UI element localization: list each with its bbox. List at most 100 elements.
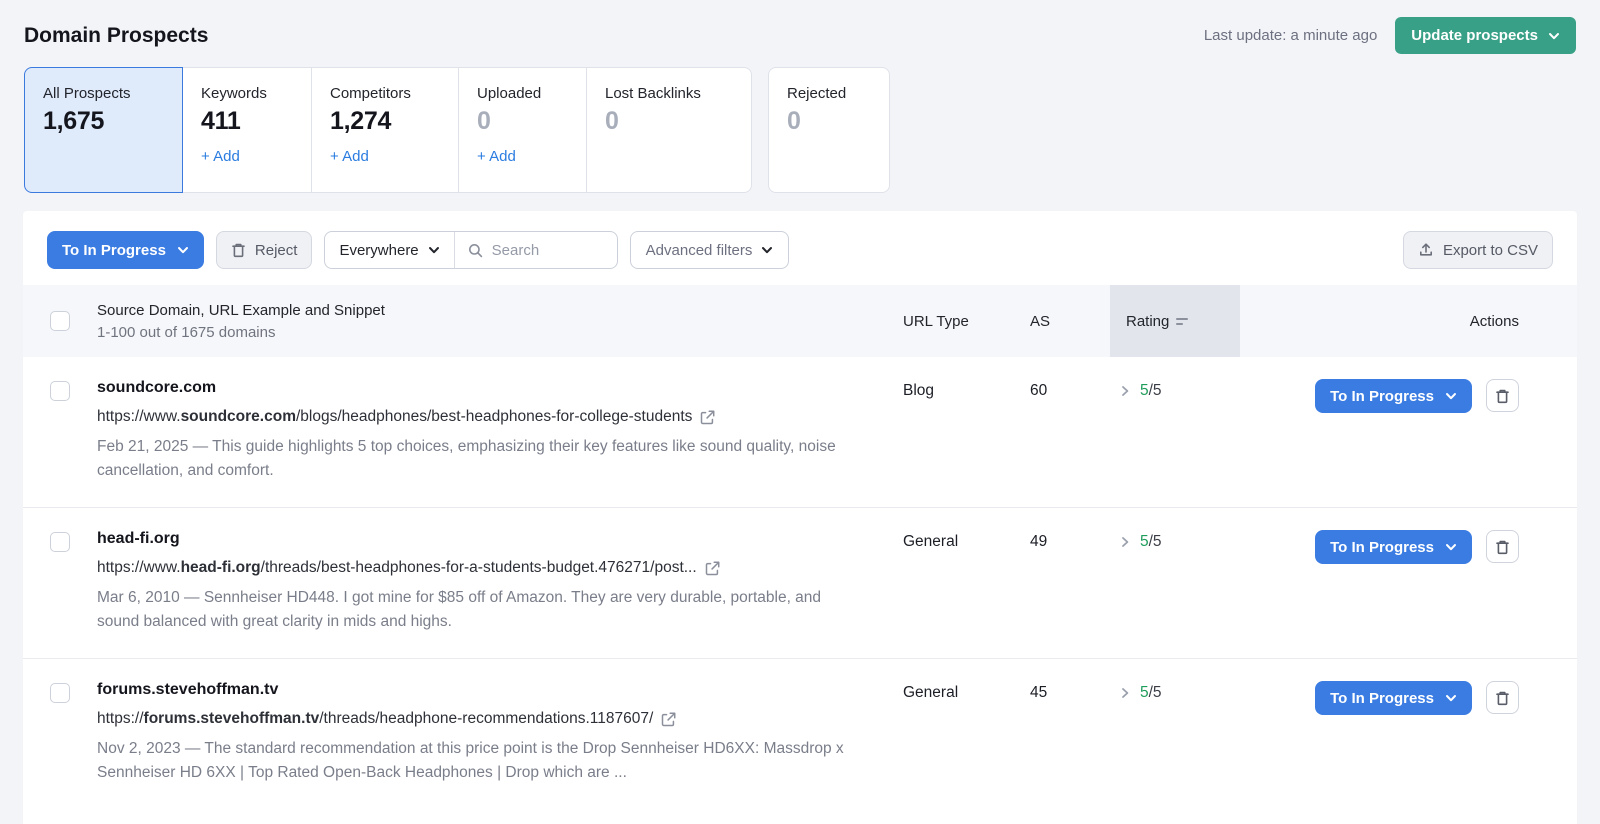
source-snippet: Feb 21, 2025 — This guide highlights 5 t… xyxy=(97,435,867,483)
to-in-progress-label: To In Progress xyxy=(62,242,166,259)
row-checkbox[interactable] xyxy=(50,381,70,401)
tab-count: 411 xyxy=(201,107,293,136)
tab-label: Rejected xyxy=(787,85,871,102)
tab-keywords[interactable]: Keywords 411 + Add xyxy=(182,67,312,193)
table-row: soundcore.com https://www.soundcore.com/… xyxy=(23,357,1577,508)
last-update-text: Last update: a minute ago xyxy=(1204,27,1377,44)
source-domain[interactable]: head-fi.org xyxy=(97,530,867,548)
source-domain[interactable]: forums.stevehoffman.tv xyxy=(97,681,867,699)
url-path: /threads/headphone-recommendations.11876… xyxy=(319,710,653,727)
url-domain: head-fi.org xyxy=(181,559,261,576)
column-as-label: AS xyxy=(1030,313,1050,330)
rating-value: 5 xyxy=(1140,533,1149,550)
sort-descending-icon xyxy=(1176,318,1188,325)
tab-competitors[interactable]: Competitors 1,274 + Add xyxy=(311,67,459,193)
source-cell: head-fi.org https://www.head-fi.org/thre… xyxy=(97,530,903,634)
external-link-icon[interactable] xyxy=(661,712,676,727)
row-action-label: To In Progress xyxy=(1330,690,1434,707)
search-group: Everywhere xyxy=(324,231,617,269)
as-value: 60 xyxy=(1030,379,1110,400)
prospect-tabs: All Prospects 1,675 Keywords 411 + Add C… xyxy=(0,67,1600,193)
trash-icon xyxy=(231,242,246,258)
rating-max: /5 xyxy=(1149,533,1162,550)
row-delete-button[interactable] xyxy=(1486,681,1519,714)
tab-label: Keywords xyxy=(201,85,293,102)
row-checkbox-cell xyxy=(23,681,97,703)
expand-rating-icon[interactable] xyxy=(1120,687,1130,699)
advanced-filters-button[interactable]: Advanced filters xyxy=(630,231,790,269)
source-snippet: Mar 6, 2010 — Sennheiser HD448. I got mi… xyxy=(97,586,867,634)
column-source-title: Source Domain, URL Example and Snippet xyxy=(97,302,385,319)
search-scope-value: Everywhere xyxy=(339,242,418,259)
expand-rating-icon[interactable] xyxy=(1120,536,1130,548)
column-actions: Actions xyxy=(1240,285,1577,357)
prospects-panel: To In Progress Reject Everywhere xyxy=(23,211,1577,824)
source-url: https://www.soundcore.com/blogs/headphon… xyxy=(97,408,867,426)
row-to-in-progress-button[interactable]: To In Progress xyxy=(1315,530,1472,564)
rating-value: 5 xyxy=(1140,382,1149,399)
external-link-icon[interactable] xyxy=(705,561,720,576)
page-header: Domain Prospects Last update: a minute a… xyxy=(0,0,1600,67)
external-link-icon[interactable] xyxy=(700,410,715,425)
page-title: Domain Prospects xyxy=(24,24,208,48)
row-checkbox[interactable] xyxy=(50,683,70,703)
source-url: https://www.head-fi.org/threads/best-hea… xyxy=(97,559,867,577)
search-icon xyxy=(468,243,483,258)
tab-all-prospects[interactable]: All Prospects 1,675 xyxy=(24,67,183,193)
url-domain: forums.stevehoffman.tv xyxy=(144,710,320,727)
url-type-value: General xyxy=(903,681,1030,702)
row-checkbox-cell xyxy=(23,530,97,552)
tab-count: 1,274 xyxy=(330,107,440,136)
source-cell: forums.stevehoffman.tv https://forums.st… xyxy=(97,681,903,785)
search-input[interactable] xyxy=(492,242,604,259)
row-delete-button[interactable] xyxy=(1486,379,1519,412)
url-path: /blogs/headphones/best-headphones-for-co… xyxy=(296,408,692,425)
actions-cell: To In Progress xyxy=(1240,681,1577,715)
chevron-down-icon xyxy=(177,244,189,256)
url-prefix: https:// xyxy=(97,710,144,727)
search-scope-select[interactable]: Everywhere xyxy=(325,232,454,268)
url-prefix: https://www. xyxy=(97,408,181,425)
actions-cell: To In Progress xyxy=(1240,530,1577,564)
add-competitors-link[interactable]: + Add xyxy=(330,148,369,165)
advanced-filters-label: Advanced filters xyxy=(646,242,753,259)
add-uploaded-link[interactable]: + Add xyxy=(477,148,516,165)
rating-max: /5 xyxy=(1149,382,1162,399)
export-csv-button[interactable]: Export to CSV xyxy=(1403,231,1553,269)
tab-label: Competitors xyxy=(330,85,440,102)
rating-value: 5 xyxy=(1140,684,1149,701)
tab-rejected[interactable]: Rejected 0 xyxy=(768,67,890,193)
tab-label: Lost Backlinks xyxy=(605,85,733,102)
chevron-down-icon xyxy=(761,244,773,256)
to-in-progress-bulk-button[interactable]: To In Progress xyxy=(47,231,204,269)
rating-cell: 5/5 xyxy=(1110,530,1240,551)
add-keywords-link[interactable]: + Add xyxy=(201,148,240,165)
expand-rating-icon[interactable] xyxy=(1120,385,1130,397)
select-all-checkbox[interactable] xyxy=(50,311,70,331)
row-to-in-progress-button[interactable]: To In Progress xyxy=(1315,681,1472,715)
source-domain[interactable]: soundcore.com xyxy=(97,379,867,397)
table-range-text: 1-100 out of 1675 domains xyxy=(97,324,275,341)
row-checkbox[interactable] xyxy=(50,532,70,552)
reject-button[interactable]: Reject xyxy=(216,231,313,269)
chevron-down-icon xyxy=(428,244,440,256)
column-url-type[interactable]: URL Type xyxy=(903,285,1030,357)
tab-uploaded[interactable]: Uploaded 0 + Add xyxy=(458,67,587,193)
update-prospects-button[interactable]: Update prospects xyxy=(1395,17,1576,54)
export-csv-label: Export to CSV xyxy=(1443,242,1538,259)
table-row: forums.stevehoffman.tv https://forums.st… xyxy=(23,659,1577,809)
row-to-in-progress-button[interactable]: To In Progress xyxy=(1315,379,1472,413)
column-rating[interactable]: Rating xyxy=(1110,285,1240,357)
row-action-label: To In Progress xyxy=(1330,539,1434,556)
tab-lost-backlinks[interactable]: Lost Backlinks 0 xyxy=(586,67,752,193)
rating-max: /5 xyxy=(1149,684,1162,701)
actions-cell: To In Progress xyxy=(1240,379,1577,413)
url-domain: soundcore.com xyxy=(181,408,296,425)
column-actions-label: Actions xyxy=(1470,313,1519,330)
toolbar: To In Progress Reject Everywhere xyxy=(23,211,1577,285)
row-delete-button[interactable] xyxy=(1486,530,1519,563)
url-type-value: Blog xyxy=(903,379,1030,400)
tab-count: 1,675 xyxy=(43,107,164,136)
column-rating-label: Rating xyxy=(1126,313,1169,330)
column-as[interactable]: AS xyxy=(1030,285,1110,357)
